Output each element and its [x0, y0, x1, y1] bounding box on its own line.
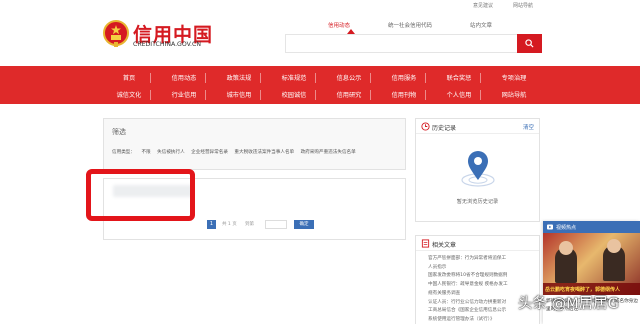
filter-title: 筛选 [112, 128, 126, 136]
nav-divider [480, 90, 481, 100]
filter-option-procurement[interactable]: 政府采购严重违法失信名单 [301, 150, 356, 155]
nav-divider [315, 73, 316, 83]
search-button[interactable] [517, 34, 542, 53]
national-emblem-icon [103, 20, 129, 47]
nav-sitemap[interactable]: 网站导航 [494, 90, 534, 99]
nav-divider [370, 73, 371, 83]
clock-icon [421, 122, 430, 131]
nav-campus[interactable]: 校园诚信 [274, 90, 314, 99]
nav-home[interactable]: 首页 [109, 73, 149, 82]
pagination: 1 共 1 页 到第 确定 [207, 220, 327, 230]
nav-divider [370, 90, 371, 100]
person-face [607, 239, 621, 253]
history-empty-text: 暂无浏览历史记录 [456, 199, 499, 205]
related-item[interactable]: 系统使用运行管理办法（试行）》 [428, 316, 540, 324]
related-item[interactable]: 中国人民银行：疏导意金规 疾格办发工 [428, 281, 540, 290]
main-nav: 首页 信用动态 政策法规 标准规范 信息公示 信用服务 联合奖惩 专项治理 诚信… [0, 66, 640, 104]
watermark: 头条 @M居居G [518, 296, 619, 312]
location-pin-icon [461, 151, 495, 187]
filter-options: 信用类型： 不限 失信被执行人 企业经营异常名录 重大税收违法案件当事人名单 政… [112, 149, 361, 155]
nav-city[interactable]: 城市信用 [219, 90, 259, 99]
nav-divider [205, 90, 206, 100]
history-clear-button[interactable]: 清空 [523, 123, 534, 131]
logo-subtitle: CREDITCHINA.GOV.CN [133, 41, 201, 48]
video-header-title: 视频热点 [556, 225, 577, 231]
history-panel: 历史记录 清空 暂无浏览历史记录 [415, 118, 540, 222]
nav-standards[interactable]: 标准规范 [274, 73, 314, 82]
search-icon [525, 39, 534, 48]
filter-option-dishonest[interactable]: 失信被执行人 [157, 150, 185, 155]
document-icon [421, 239, 430, 248]
nav-culture[interactable]: 诚信文化 [109, 90, 149, 99]
page-number[interactable]: 1 [207, 220, 216, 229]
nav-research[interactable]: 信用研究 [329, 90, 369, 99]
related-item[interactable]: 官方严惩拼面部：行为异常者将追保工 [428, 255, 540, 264]
tab-credit-news[interactable]: 信用动态 [328, 21, 350, 29]
search-tabs: 信用动态 统一社会信用代码 站内文章 [285, 21, 545, 33]
page-input[interactable] [265, 220, 287, 229]
nav-divider [150, 90, 151, 100]
tab-credit-code[interactable]: 统一社会信用代码 [388, 21, 432, 29]
person-face [559, 241, 573, 255]
site-logo[interactable]: 信用中国 CREDITCHINA.GOV.CN [103, 20, 223, 50]
top-bar: 意见建议 网站导航 [0, 0, 640, 10]
nav-credit-news[interactable]: 信用动态 [164, 73, 204, 82]
tab-site-articles[interactable]: 站内文章 [470, 21, 492, 29]
nav-divider [150, 73, 151, 83]
nav-divider [480, 73, 481, 83]
video-thumbnail[interactable]: 岳云鹏吃宵夜喝醉了，郭德纲传人 [543, 233, 640, 295]
filter-option-tax[interactable]: 重大税收违法案件当事人名单 [234, 150, 294, 155]
nav-personal[interactable]: 个人信用 [439, 90, 479, 99]
nav-credit-service[interactable]: 信用服务 [384, 73, 424, 82]
nav-special[interactable]: 专项治理 [494, 73, 534, 82]
feedback-link[interactable]: 意见建议 [473, 2, 493, 9]
nav-joint-reward[interactable]: 联合奖惩 [439, 73, 479, 82]
nav-divider [425, 73, 426, 83]
page-total: 共 1 页 [222, 222, 237, 227]
filter-label: 信用类型： [112, 150, 135, 155]
nav-industry[interactable]: 行业信用 [164, 90, 204, 99]
history-header: 历史记录 清空 [416, 119, 539, 134]
video-icon [547, 224, 553, 230]
related-title: 相关文章 [432, 242, 457, 249]
page-goto-label: 到第 [245, 222, 254, 227]
filter-option-abnormal[interactable]: 企业经营异常名录 [191, 150, 228, 155]
highlight-rectangle [86, 169, 195, 221]
nav-disclosure[interactable]: 信息公示 [329, 73, 369, 82]
filter-option-all[interactable]: 不限 [141, 150, 150, 155]
history-title: 历史记录 [432, 125, 457, 132]
nav-divider [260, 90, 261, 100]
nav-divider [315, 90, 316, 100]
site-nav-link[interactable]: 网站导航 [513, 2, 533, 9]
filter-panel: 筛选 信用类型： 不限 失信被执行人 企业经营异常名录 重大税收违法案件当事人名… [103, 118, 406, 170]
related-item[interactable]: 国家发改委称将10省不合理规则数据例 [428, 272, 540, 281]
nav-publications[interactable]: 信用刊物 [384, 90, 424, 99]
related-list: 官方严惩拼面部：行为异常者将追保工 人员指示 国家发改委称将10省不合理规则数据… [428, 255, 540, 324]
related-item[interactable]: 人员指示 [428, 264, 540, 273]
nav-policy[interactable]: 政策法规 [219, 73, 259, 82]
nav-divider [205, 73, 206, 83]
page-go-button[interactable]: 确定 [294, 220, 314, 229]
video-header: 视频热点 [543, 221, 640, 233]
search-input[interactable] [285, 34, 518, 53]
related-header: 相关文章 [416, 236, 539, 251]
nav-divider [260, 73, 261, 83]
nav-divider [425, 90, 426, 100]
